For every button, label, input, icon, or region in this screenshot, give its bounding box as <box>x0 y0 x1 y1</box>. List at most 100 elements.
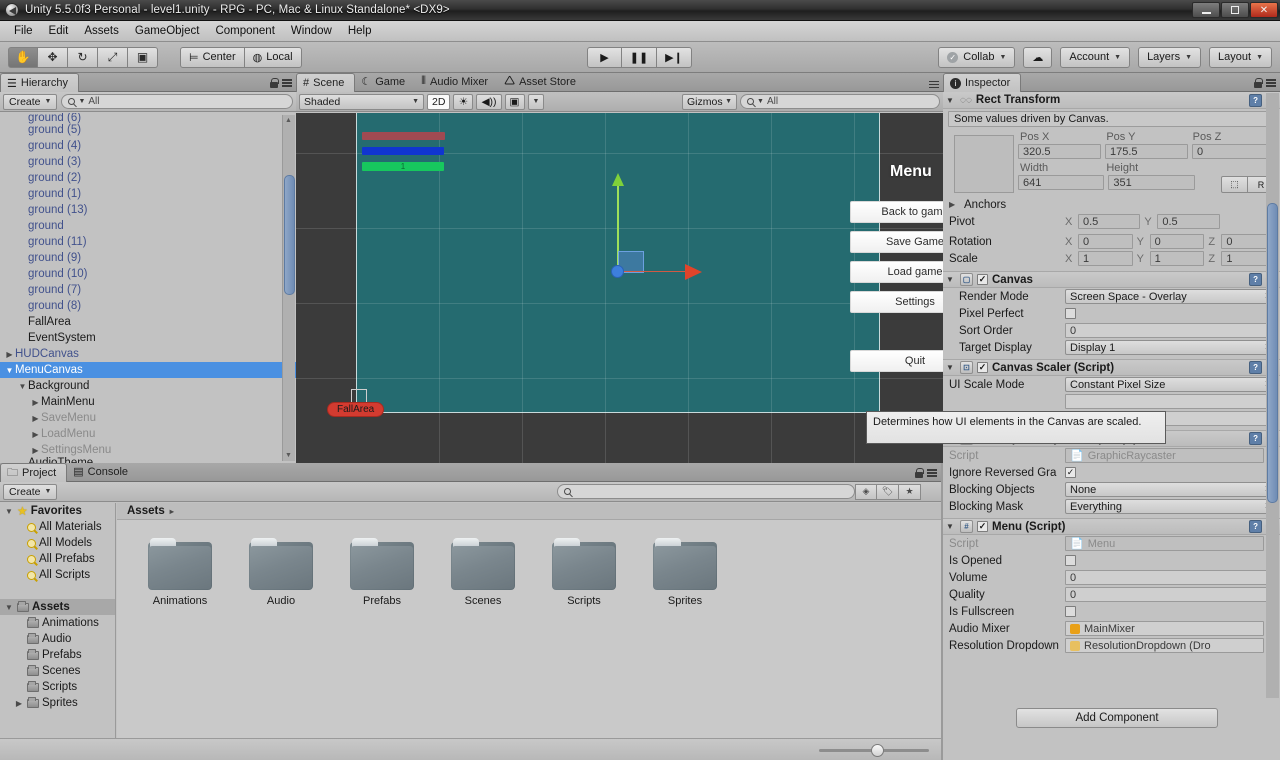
collapse-triangle-icon[interactable]: ▼ <box>17 382 28 391</box>
asset-folder-item[interactable]: Audio <box>243 538 319 607</box>
component-header-rect-transform[interactable]: ▼ ◌◌ Rect Transform ? ⚙ <box>943 92 1280 109</box>
project-tree-item[interactable]: Prefabs <box>0 647 115 663</box>
project-tree-item[interactable]: Scenes <box>0 663 115 679</box>
hierarchy-item[interactable]: ground <box>0 218 296 234</box>
canvas-enabled-checkbox[interactable]: ✓ <box>977 274 988 285</box>
menu-gameobject[interactable]: GameObject <box>127 23 208 39</box>
hierarchy-item[interactable]: ▶ HUDCanvas <box>0 346 296 362</box>
height-field[interactable]: 351 <box>1108 175 1195 190</box>
audio-mixer-field[interactable]: MainMixer <box>1065 621 1265 636</box>
collapse-triangle-icon[interactable]: ▼ <box>946 275 956 284</box>
expand-triangle-icon[interactable]: ▶ <box>30 414 41 423</box>
hand-tool-icon[interactable]: ✋ <box>8 46 38 68</box>
ui-scale-mode-dropdown[interactable]: Constant Pixel Size ▲▼ <box>1065 377 1276 392</box>
menu-file[interactable]: File <box>6 23 41 39</box>
menu-script-enabled-checkbox[interactable]: ✓ <box>977 521 988 532</box>
help-icon[interactable]: ? <box>1249 432 1263 445</box>
menu-component[interactable]: Component <box>207 23 282 39</box>
cloud-services-button[interactable]: ☁ <box>1023 46 1053 68</box>
is-opened-checkbox[interactable] <box>1065 555 1076 566</box>
pivot-y-field[interactable]: 0.5 <box>1157 214 1220 229</box>
gizmo-x-axis-arrow[interactable] <box>685 264 702 280</box>
draw-mode-dropdown[interactable]: Shaded ▼ <box>299 93 424 110</box>
project-search-input[interactable] <box>557 484 855 499</box>
tab-inspector[interactable]: i Inspector <box>943 73 1022 92</box>
step-button[interactable]: ▶❙ <box>657 46 692 68</box>
expand-triangle-icon[interactable]: ▶ <box>30 430 41 439</box>
scene-button-quit[interactable]: Quit <box>850 350 943 372</box>
width-field[interactable]: 641 <box>1018 175 1105 190</box>
asset-folder-item[interactable]: Animations <box>142 538 218 607</box>
favorite-filter-icon[interactable]: ★ <box>899 483 921 500</box>
tab-asset-store[interactable]: 🛆 Asset Store <box>498 72 586 91</box>
volume-field[interactable]: 0 <box>1065 570 1276 585</box>
collapse-triangle-icon[interactable]: ▼ <box>946 522 956 531</box>
project-tree-item[interactable]: All Models <box>0 535 115 551</box>
hierarchy-item[interactable]: ▶ SaveMenu <box>0 410 296 426</box>
pixel-perfect-checkbox[interactable] <box>1065 308 1076 319</box>
hierarchy-item[interactable]: ground (7) <box>0 282 296 298</box>
collab-button[interactable]: ✓ Collab ▼ <box>938 46 1016 68</box>
project-tree-item[interactable]: ▼ ★ Favorites <box>0 503 115 519</box>
hierarchy-scrollbar[interactable]: ▲ ▼ <box>282 115 295 461</box>
rotation-y-field[interactable]: 0 <box>1149 234 1205 249</box>
menu-window[interactable]: Window <box>283 23 340 39</box>
scene-button-load-game[interactable]: Load game <box>850 261 943 283</box>
pos-y-field[interactable]: 175.5 <box>1105 144 1188 159</box>
label-filter-icon[interactable]: 🏷 <box>877 483 899 500</box>
raycaster-script-field[interactable]: 📄 GraphicRaycaster <box>1065 448 1265 463</box>
hierarchy-item[interactable]: ▶ LoadMenu <box>0 426 296 442</box>
canvas-scaler-enabled-checkbox[interactable]: ✓ <box>977 362 988 373</box>
hierarchy-create-button[interactable]: Create ▼ <box>3 93 58 110</box>
collapse-triangle-icon[interactable]: ▼ <box>4 507 14 516</box>
hierarchy-item[interactable]: ground (13) <box>0 202 296 218</box>
resolution-dropdown-field[interactable]: ResolutionDropdown (Dro <box>1065 638 1265 653</box>
blocking-objects-dropdown[interactable]: None ▲▼ <box>1065 482 1276 497</box>
audio-toggle-icon[interactable]: ◀)) <box>476 93 502 110</box>
hierarchy-item[interactable]: ground (4) <box>0 138 296 154</box>
breadcrumb-assets[interactable]: Assets <box>127 505 165 517</box>
menu-script-field[interactable]: 📄 Menu <box>1065 536 1265 551</box>
scene-search-input[interactable]: ▼ All <box>740 94 940 109</box>
hierarchy-item[interactable]: ground (10) <box>0 266 296 282</box>
hierarchy-item[interactable]: ground (3) <box>0 154 296 170</box>
expand-triangle-icon[interactable]: ▶ <box>949 200 960 209</box>
expand-triangle-icon[interactable]: ▶ <box>30 446 41 455</box>
pivot-x-field[interactable]: 0.5 <box>1078 214 1141 229</box>
lock-icon[interactable] <box>915 468 924 478</box>
render-mode-dropdown[interactable]: Screen Space - Overlay ▲▼ <box>1065 289 1276 304</box>
scrollbar-thumb[interactable] <box>284 175 295 295</box>
hierarchy-item[interactable]: ground (2) <box>0 170 296 186</box>
collapse-triangle-icon[interactable]: ▼ <box>4 603 14 612</box>
pos-z-field[interactable]: 0 <box>1192 144 1275 159</box>
ignore-reversed-checkbox[interactable]: ✓ <box>1065 467 1076 478</box>
asset-type-filter-icon[interactable]: ◈ <box>855 483 877 500</box>
panel-menu-icon[interactable] <box>929 80 939 88</box>
project-tree-item[interactable]: All Materials <box>0 519 115 535</box>
asset-folder-item[interactable]: Sprites <box>647 538 723 607</box>
menu-assets[interactable]: Assets <box>76 23 127 39</box>
hierarchy-search-input[interactable]: ▼ All <box>61 94 293 109</box>
rotation-x-field[interactable]: 0 <box>1078 234 1133 249</box>
add-component-button[interactable]: Add Component <box>1016 708 1218 728</box>
lock-icon[interactable] <box>270 78 279 88</box>
scrollbar-thumb[interactable] <box>1267 203 1278 503</box>
help-icon[interactable]: ? <box>1249 520 1263 533</box>
scene-button-save-game[interactable]: Save Game <box>850 231 943 253</box>
help-icon[interactable]: ? <box>1249 361 1263 374</box>
asset-size-slider[interactable] <box>819 743 929 757</box>
menu-edit[interactable]: Edit <box>41 23 77 39</box>
lock-icon[interactable] <box>1254 78 1263 88</box>
blueprint-mode-button[interactable]: ⬚ <box>1220 176 1248 193</box>
pos-x-field[interactable]: 320.5 <box>1018 144 1101 159</box>
hierarchy-item[interactable]: ground (6) <box>0 113 296 124</box>
hierarchy-item[interactable]: ground (11) <box>0 234 296 250</box>
toggle-2d-button[interactable]: 2D <box>427 93 451 110</box>
maximize-button[interactable] <box>1221 2 1249 18</box>
slider-knob[interactable] <box>871 743 884 757</box>
project-tree-item[interactable]: Scripts <box>0 679 115 695</box>
scene-viewport[interactable]: 1 Menu Back to game Save Game Load game … <box>296 113 943 463</box>
collapse-triangle-icon[interactable]: ▼ <box>946 363 956 372</box>
target-display-dropdown[interactable]: Display 1 ▲▼ <box>1065 340 1276 355</box>
scale-y-field[interactable]: 1 <box>1149 251 1205 266</box>
